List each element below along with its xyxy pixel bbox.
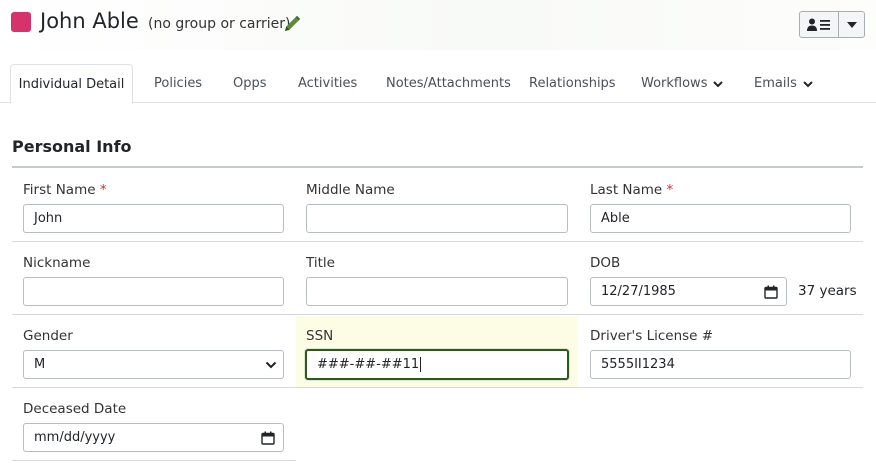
tab-workflows[interactable]: Workflows bbox=[641, 64, 724, 103]
last-name-label: Last Name * bbox=[590, 182, 674, 198]
chevron-down-icon bbox=[265, 361, 277, 369]
tab-policies[interactable]: Policies bbox=[154, 64, 202, 103]
tab-individual-detail[interactable]: Individual Detail bbox=[10, 64, 133, 104]
first-name-field[interactable]: John bbox=[23, 204, 284, 233]
tab-label: Notes/Attachments bbox=[386, 76, 511, 91]
caret-down-icon bbox=[846, 21, 857, 28]
last-name-field[interactable]: Able bbox=[590, 204, 851, 233]
dob-label: DOB bbox=[590, 255, 621, 271]
gender-select[interactable]: M bbox=[23, 350, 284, 379]
title-field[interactable] bbox=[306, 277, 568, 306]
tab-activities[interactable]: Activities bbox=[298, 64, 357, 103]
calendar-icon[interactable] bbox=[261, 431, 275, 445]
record-tabs: Individual Detail Policies Opps Activiti… bbox=[0, 64, 876, 104]
tab-label: Individual Detail bbox=[18, 76, 125, 92]
text-cursor bbox=[420, 357, 422, 372]
title-label: Title bbox=[306, 255, 335, 271]
pencil-icon[interactable] bbox=[282, 14, 302, 34]
tab-label: Policies bbox=[154, 76, 203, 91]
section-divider bbox=[12, 166, 863, 168]
group-carrier-note: (no group or carrier) bbox=[148, 16, 291, 32]
deceased-date-input[interactable]: mm/dd/yyyy bbox=[23, 423, 284, 452]
first-name-label: First Name * bbox=[23, 182, 107, 198]
deceased-date-placeholder: mm/dd/yyyy bbox=[34, 430, 116, 445]
dob-value: 12/27/1985 bbox=[601, 284, 676, 299]
record-color-swatch bbox=[11, 12, 31, 32]
tab-relationships[interactable]: Relationships bbox=[529, 64, 616, 103]
deceased-date-label: Deceased Date bbox=[23, 401, 127, 417]
ssn-field[interactable]: ###-##-##11 bbox=[305, 349, 569, 380]
tab-label: Opps bbox=[233, 76, 267, 91]
tab-notes-attachments[interactable]: Notes/Attachments bbox=[386, 64, 511, 103]
section-title-personal-info: Personal Info bbox=[12, 137, 132, 156]
ssn-label: SSN bbox=[306, 328, 334, 344]
drivers-license-label: Driver's License # bbox=[590, 328, 714, 344]
middle-name-field[interactable] bbox=[306, 204, 568, 233]
nickname-field[interactable] bbox=[23, 277, 284, 306]
dob-date-input[interactable]: 12/27/1985 bbox=[590, 277, 787, 306]
tab-label: Workflows bbox=[641, 76, 708, 91]
contact-menu-dropdown-button[interactable] bbox=[839, 12, 864, 37]
row-divider bbox=[12, 241, 863, 242]
age-readout: 37 years bbox=[798, 283, 857, 299]
contact-list-button[interactable] bbox=[800, 12, 839, 37]
chevron-down-icon bbox=[803, 80, 813, 87]
drivers-license-field[interactable]: 5555II1234 bbox=[590, 350, 851, 379]
contact-actions-button-group bbox=[799, 11, 865, 38]
gender-selected-value: M bbox=[34, 357, 46, 372]
middle-name-label: Middle Name bbox=[306, 182, 395, 198]
chevron-down-icon bbox=[713, 80, 724, 87]
ssn-value: ###-##-##11 bbox=[317, 357, 420, 372]
record-header: John Able (no group or carrier) bbox=[0, 0, 876, 50]
tab-label: Activities bbox=[298, 76, 358, 91]
tab-label: Emails bbox=[754, 76, 797, 91]
tab-opps[interactable]: Opps bbox=[233, 64, 267, 103]
calendar-icon[interactable] bbox=[764, 285, 778, 299]
tab-emails[interactable]: Emails bbox=[754, 64, 813, 103]
row-divider bbox=[12, 314, 863, 315]
nickname-label: Nickname bbox=[23, 255, 91, 271]
contact-list-icon bbox=[807, 18, 830, 31]
contact-name: John Able bbox=[40, 9, 139, 33]
row-divider bbox=[12, 387, 863, 388]
row-divider bbox=[12, 460, 296, 461]
gender-label: Gender bbox=[23, 328, 73, 344]
tab-label: Relationships bbox=[529, 76, 616, 91]
